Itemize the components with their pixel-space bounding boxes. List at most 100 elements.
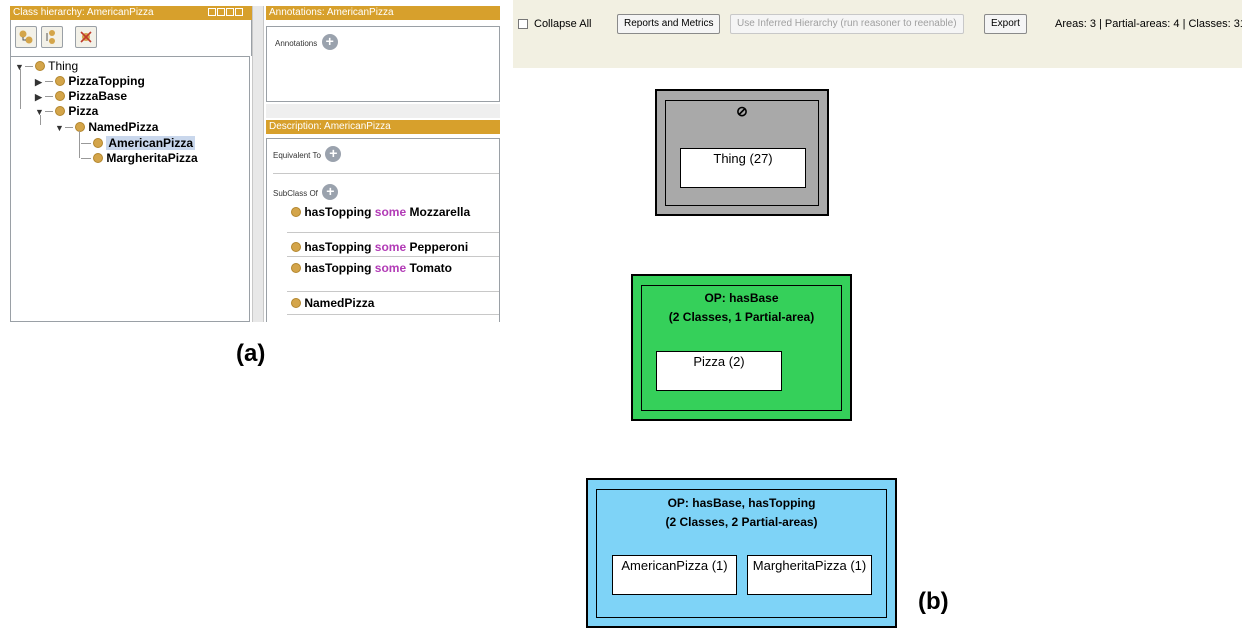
tree-guide-line [40, 115, 41, 125]
annotations-title: Annotations: AmericanPizza [269, 7, 394, 18]
description-title: Description: AmericanPizza [269, 121, 391, 132]
tree-guide-line [79, 131, 80, 158]
partial-area-americanpizza[interactable]: AmericanPizza (1) [612, 555, 737, 595]
tree-node-namedpizza[interactable]: ▼ NamedPizza [55, 120, 158, 135]
class-icon [75, 122, 85, 132]
tree-node-pizzabase[interactable]: ▶ PizzaBase [35, 89, 127, 104]
tree-node-label: NamedPizza [88, 120, 159, 134]
annotations-view: Annotations + [266, 26, 500, 102]
superclass-row[interactable]: NamedPizza [291, 296, 374, 310]
tree-node-label: Thing [48, 59, 79, 73]
equivalent-to-header: Equivalent To + [273, 145, 342, 163]
area-node-root[interactable]: ⊘ Thing (27) [655, 89, 829, 216]
divider [287, 256, 499, 257]
class-icon [55, 106, 65, 116]
view-control-icon[interactable] [217, 8, 225, 16]
tree-node-margheritapizza[interactable]: MargheritaPizza [81, 151, 198, 166]
equivalent-to-label: Equivalent To [273, 151, 321, 160]
top-toolbar: Collapse All Reports and Metrics Use Inf… [513, 0, 1242, 68]
property-name: hasTopping [304, 205, 372, 219]
add-superclass-button[interactable]: + [322, 183, 339, 200]
partial-area-thing[interactable]: Thing (27) [680, 148, 806, 188]
area-node-hasbase-hastopping[interactable]: OP: hasBase, hasTopping (2 Classes, 2 Pa… [586, 478, 897, 628]
some-keyword: some [374, 261, 407, 275]
view-control-icon[interactable] [235, 8, 243, 16]
class-tree: ▼ Thing ▶ PizzaTopping ▶ PizzaBase ▼ Piz… [10, 56, 250, 322]
view-controls[interactable] [208, 8, 248, 18]
class-icon [291, 207, 301, 217]
splitter[interactable] [266, 104, 500, 118]
class-icon [35, 61, 45, 71]
delete-class-button[interactable] [75, 26, 97, 48]
superclass-row[interactable]: hasTopping some Tomato [291, 261, 452, 275]
subclass-of-label: SubClass Of [273, 189, 318, 198]
tree-node-thing[interactable]: ▼ Thing [15, 59, 78, 74]
divider [287, 232, 499, 233]
divider [287, 291, 499, 292]
view-control-icon[interactable] [226, 8, 234, 16]
expand-icon[interactable]: ▼ [55, 121, 65, 136]
superclass-row[interactable]: hasTopping some Mozzarella [291, 205, 470, 219]
superclass-name: NamedPizza [304, 296, 375, 310]
description-view: Equivalent To + SubClass Of + hasTopping… [266, 138, 500, 322]
class-hierarchy-title: Class hierarchy: AmericanPizza [13, 7, 154, 18]
property-name: hasTopping [304, 261, 372, 275]
no-property-icon: ⊘ [736, 103, 748, 119]
filler-class: Pepperoni [409, 240, 469, 254]
subclass-of-header: SubClass Of + [273, 183, 339, 201]
divider [287, 314, 499, 315]
tree-node-label: PizzaTopping [68, 74, 145, 88]
add-subclass-button[interactable] [15, 26, 37, 48]
some-keyword: some [374, 205, 407, 219]
collapse-all-checkbox[interactable] [518, 19, 528, 29]
tree-node-label: MargheritaPizza [106, 151, 198, 165]
delete-class-icon [80, 31, 92, 43]
tree-node-pizzatopping[interactable]: ▶ PizzaTopping [35, 74, 145, 89]
collapse-icon[interactable]: ▶ [35, 90, 45, 105]
area-title: OP: hasBase [704, 291, 779, 305]
class-icon [291, 242, 301, 252]
annotations-title-bar: Annotations: AmericanPizza [266, 6, 500, 20]
superclass-row[interactable]: hasTopping some Pepperoni [291, 240, 468, 254]
view-control-icon[interactable] [208, 8, 216, 16]
network-stats: Areas: 3 | Partial-areas: 4 | Classes: 3… [1055, 18, 1242, 30]
export-button[interactable]: Export [984, 14, 1027, 34]
class-icon [55, 91, 65, 101]
splitter[interactable] [252, 6, 264, 322]
annotations-label: Annotations [275, 39, 318, 48]
tree-node-label: Pizza [68, 104, 99, 118]
filler-class: Mozzarella [409, 205, 471, 219]
reports-and-metrics-button[interactable]: Reports and Metrics [617, 14, 721, 34]
add-sibling-icon [46, 30, 55, 44]
divider [273, 173, 499, 174]
partial-area-pizza[interactable]: Pizza (2) [656, 351, 782, 391]
tree-node-label: AmericanPizza [106, 136, 196, 150]
class-icon [93, 153, 103, 163]
use-inferred-hierarchy-button[interactable]: Use Inferred Hierarchy (run reasoner to … [730, 14, 964, 34]
class-icon [291, 298, 301, 308]
description-title-bar: Description: AmericanPizza [266, 120, 500, 134]
partial-area-margheritapizza[interactable]: MargheritaPizza (1) [747, 555, 872, 595]
class-hierarchy-toolbar [10, 20, 252, 56]
filler-class: Tomato [409, 261, 452, 275]
figure-label-a: (a) [236, 340, 266, 367]
tree-node-pizza[interactable]: ▼ Pizza [35, 104, 98, 119]
add-subclass-icon [19, 30, 33, 44]
area-node-hasbase[interactable]: OP: hasBase (2 Classes, 1 Partial-area) … [631, 274, 852, 421]
figure-label-b: (b) [918, 588, 949, 615]
tree-guide-line [20, 69, 21, 109]
area-summary: (2 Classes, 2 Partial-areas) [665, 515, 818, 529]
annotations-header: Annotations + [275, 33, 338, 51]
class-icon [291, 263, 301, 273]
tree-node-label: PizzaBase [68, 89, 128, 103]
add-equivalent-button[interactable]: + [325, 145, 342, 162]
class-icon [93, 138, 103, 148]
collapse-icon[interactable]: ▶ [35, 75, 45, 90]
some-keyword: some [374, 240, 407, 254]
tree-node-americanpizza[interactable]: AmericanPizza [81, 136, 196, 151]
add-sibling-button[interactable] [41, 26, 63, 48]
class-icon [55, 76, 65, 86]
add-annotation-button[interactable]: + [321, 33, 338, 50]
collapse-all-label: Collapse All [534, 18, 592, 30]
property-name: hasTopping [304, 240, 372, 254]
